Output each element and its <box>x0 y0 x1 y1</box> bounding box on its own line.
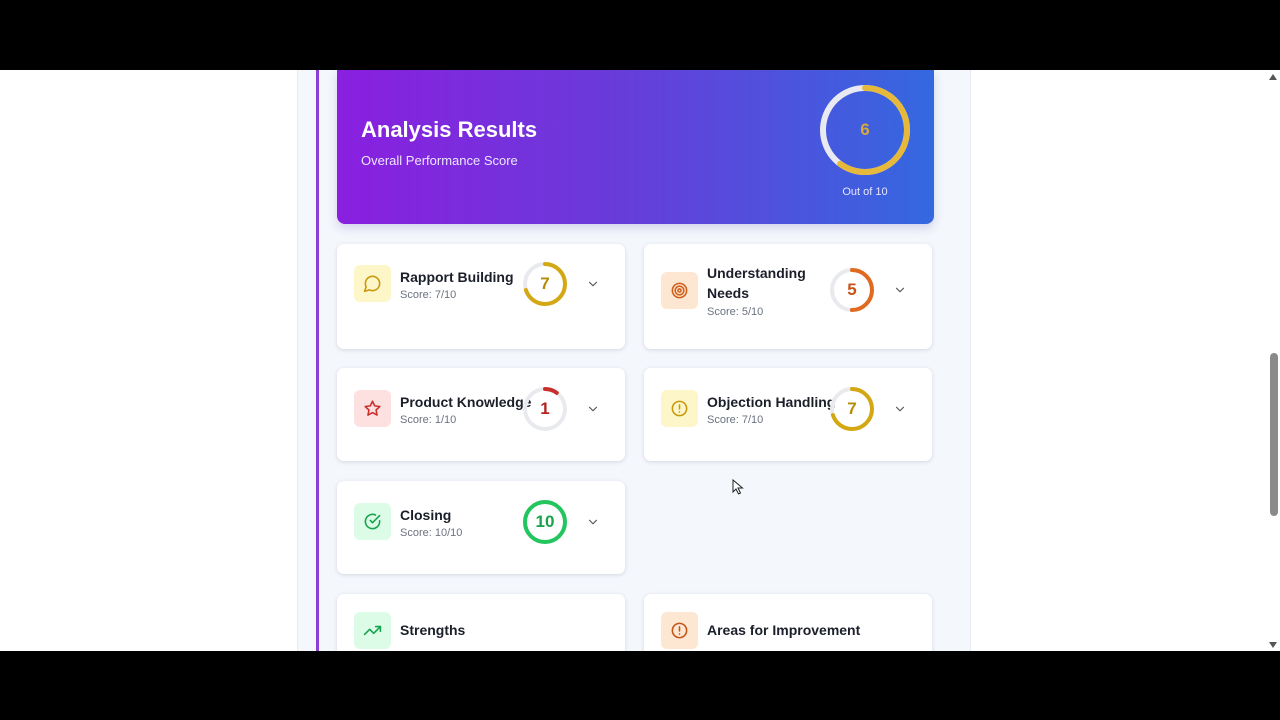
category-score-text: Score: 1/10 <box>400 414 457 426</box>
scroll-up-arrow[interactable] <box>1269 74 1277 80</box>
strengths-card: Strengths <box>337 594 625 651</box>
category-card-rapport-building[interactable]: Rapport Building Score: 7/10 7 <box>337 244 625 349</box>
scroll-thumb[interactable] <box>1270 353 1278 516</box>
chevron-down-icon[interactable] <box>586 402 600 416</box>
category-score-value: 1 <box>540 399 550 418</box>
strengths-title: Strengths <box>400 622 466 638</box>
chevron-down-icon[interactable] <box>893 402 907 416</box>
category-title: Understanding Needs <box>707 265 806 301</box>
overall-score-value: 6 <box>860 120 870 139</box>
chevron-down-icon[interactable] <box>586 515 600 529</box>
analysis-results-banner: Analysis Results Overall Performance Sco… <box>337 70 934 224</box>
category-score-text: Score: 7/10 <box>707 414 764 426</box>
accent-line <box>316 70 319 651</box>
improvement-title: Areas for Improvement <box>707 622 861 638</box>
chevron-down-icon[interactable] <box>893 283 907 297</box>
content-column: Analysis Results Overall Performance Sco… <box>297 70 971 651</box>
alert-circle-icon <box>661 390 698 427</box>
check-circle-icon <box>354 503 391 540</box>
target-icon <box>661 272 698 309</box>
star-icon <box>354 390 391 427</box>
scroll-down-arrow[interactable] <box>1269 642 1277 648</box>
category-score-value: 5 <box>847 280 857 299</box>
mouse-cursor-icon <box>732 479 744 495</box>
category-score-text: Score: 10/10 <box>400 527 463 539</box>
category-card-closing[interactable]: Closing Score: 10/10 10 <box>337 481 625 574</box>
alert-circle-icon <box>661 612 698 649</box>
improvement-card: Areas for Improvement <box>644 594 932 651</box>
category-card-product-knowledge[interactable]: Product Knowledge Score: 1/10 1 <box>337 368 625 461</box>
category-score-value: 10 <box>535 512 555 531</box>
chat-bubble-icon <box>354 265 391 302</box>
category-score-value: 7 <box>847 399 857 418</box>
category-card-understanding-needs[interactable]: Understanding Needs Score: 5/10 5 <box>644 244 932 349</box>
category-score-text: Score: 5/10 <box>707 306 764 318</box>
category-score-text: Score: 7/10 <box>400 289 457 301</box>
vertical-scrollbar[interactable] <box>1267 70 1280 651</box>
category-title: Objection Handling <box>707 394 836 410</box>
category-card-objection-handling[interactable]: Objection Handling Score: 7/10 7 <box>644 368 932 461</box>
category-title: Rapport Building <box>400 269 514 285</box>
trending-up-icon <box>354 612 391 649</box>
hero-title: Analysis Results <box>361 117 538 142</box>
category-score-value: 7 <box>540 274 550 293</box>
page-viewport: Analysis Results Overall Performance Sco… <box>0 70 1280 651</box>
hero-subtitle: Overall Performance Score <box>361 153 518 168</box>
overall-score-caption: Out of 10 <box>842 186 888 198</box>
chevron-down-icon[interactable] <box>586 277 600 291</box>
category-title: Product Knowledge <box>400 394 532 410</box>
category-title: Closing <box>400 507 452 523</box>
